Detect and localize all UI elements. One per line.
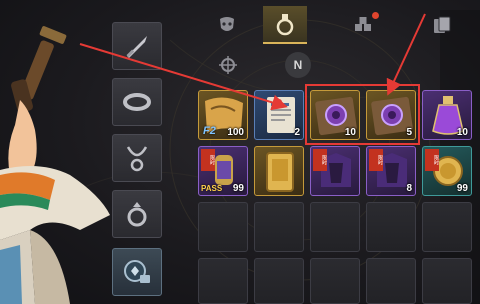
- limited-time-badge: 限时: [369, 149, 383, 171]
- empty-slot[interactable]: [366, 258, 416, 304]
- item-tab-bar: [195, 6, 480, 44]
- tab-consumables[interactable]: [263, 6, 307, 44]
- empty-slot[interactable]: [422, 202, 472, 252]
- empty-slot[interactable]: [310, 202, 360, 252]
- inventory-slot[interactable]: 限时: [310, 146, 360, 196]
- subtab-all[interactable]: [215, 52, 241, 78]
- pistol-icon: [11, 26, 67, 113]
- necklace-icon: [126, 146, 148, 172]
- gold-ticket-icon: [266, 152, 294, 192]
- ticket-icon: [124, 260, 150, 283]
- category-bracelet[interactable]: [112, 78, 162, 126]
- tab-materials[interactable]: [341, 6, 385, 44]
- limited-time-badge: 限时: [425, 149, 439, 171]
- empty-slot[interactable]: [254, 258, 304, 304]
- ring-icon: [127, 202, 147, 227]
- sword-icon: [126, 36, 147, 58]
- tab-costume[interactable]: [205, 6, 249, 44]
- limited-time-badge: 限时: [313, 149, 327, 171]
- pass-label: PASS: [201, 184, 223, 193]
- cubes-icon: [355, 17, 371, 31]
- character-portrait: [0, 26, 110, 304]
- category-ticket[interactable]: [112, 248, 162, 296]
- tab-cards[interactable]: [420, 6, 464, 44]
- item-count: 10: [456, 127, 468, 138]
- subtab-n[interactable]: N: [285, 52, 311, 78]
- item-count: 100: [227, 127, 244, 138]
- bracelet-icon: [123, 93, 151, 111]
- notification-dot: [372, 12, 379, 19]
- mask-icon: [220, 17, 234, 31]
- inventory-slot[interactable]: F2 100: [198, 90, 248, 140]
- limited-time-badge: 限时: [201, 149, 215, 171]
- inventory-slot[interactable]: 限时 PASS 99: [198, 146, 248, 196]
- item-count: 8: [406, 183, 412, 194]
- item-count: 99: [456, 183, 468, 194]
- cards-icon: [434, 16, 451, 33]
- potion-icon: [276, 14, 294, 36]
- inventory-slot[interactable]: 2: [254, 90, 304, 140]
- inventory-slot[interactable]: 10: [422, 90, 472, 140]
- subtab-n-label: N: [293, 58, 303, 72]
- item-tag: F2: [203, 125, 216, 137]
- empty-slot[interactable]: [422, 258, 472, 304]
- compass-icon: [219, 56, 237, 74]
- category-necklace[interactable]: [112, 134, 162, 182]
- empty-slot[interactable]: [198, 202, 248, 252]
- highlight-box: [305, 84, 420, 145]
- item-count: 2: [294, 127, 300, 138]
- inventory-slot[interactable]: 限时 8: [366, 146, 416, 196]
- item-count: 99: [232, 183, 244, 194]
- inventory-slot[interactable]: 限时 99: [422, 146, 472, 196]
- category-weapon[interactable]: [112, 22, 162, 70]
- empty-slot[interactable]: [254, 202, 304, 252]
- empty-slot[interactable]: [198, 258, 248, 304]
- inventory-slot[interactable]: [254, 146, 304, 196]
- empty-slot[interactable]: [366, 202, 416, 252]
- empty-slot[interactable]: [310, 258, 360, 304]
- category-ring[interactable]: [112, 190, 162, 238]
